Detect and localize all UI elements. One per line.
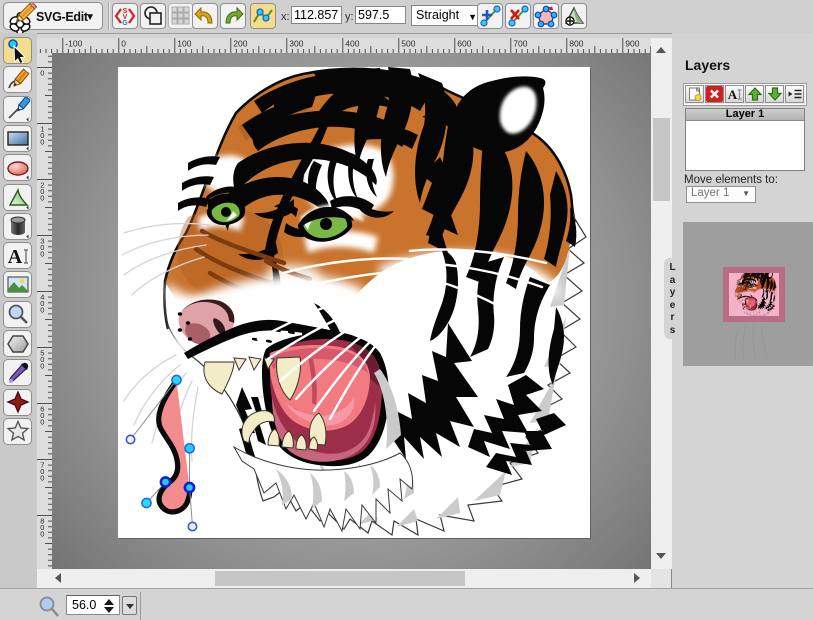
svg-text:0: 0 bbox=[40, 305, 44, 314]
svg-text:0: 0 bbox=[40, 473, 44, 482]
svg-text:G: G bbox=[122, 20, 128, 27]
svg-text:0: 0 bbox=[40, 417, 44, 426]
svg-text:100: 100 bbox=[177, 39, 191, 49]
svg-text:600: 600 bbox=[457, 39, 471, 49]
svg-text:200: 200 bbox=[233, 39, 247, 49]
svg-text:300: 300 bbox=[289, 39, 303, 49]
svg-text:0: 0 bbox=[40, 529, 44, 538]
svg-text:0: 0 bbox=[40, 249, 44, 258]
svg-text:800: 800 bbox=[569, 39, 583, 49]
svg-text:400: 400 bbox=[345, 39, 359, 49]
svg-text:500: 500 bbox=[401, 39, 415, 49]
svg-text:0: 0 bbox=[40, 69, 44, 78]
svg-text:0: 0 bbox=[40, 137, 44, 146]
svg-text:0: 0 bbox=[40, 193, 44, 202]
svg-text:0: 0 bbox=[121, 39, 126, 49]
svg-text:-100: -100 bbox=[65, 39, 82, 49]
svg-text:700: 700 bbox=[513, 39, 527, 49]
svg-text:A: A bbox=[7, 246, 22, 268]
svg-text:0: 0 bbox=[40, 361, 44, 370]
svg-text:A: A bbox=[727, 87, 737, 102]
svg-text:900: 900 bbox=[625, 39, 639, 49]
